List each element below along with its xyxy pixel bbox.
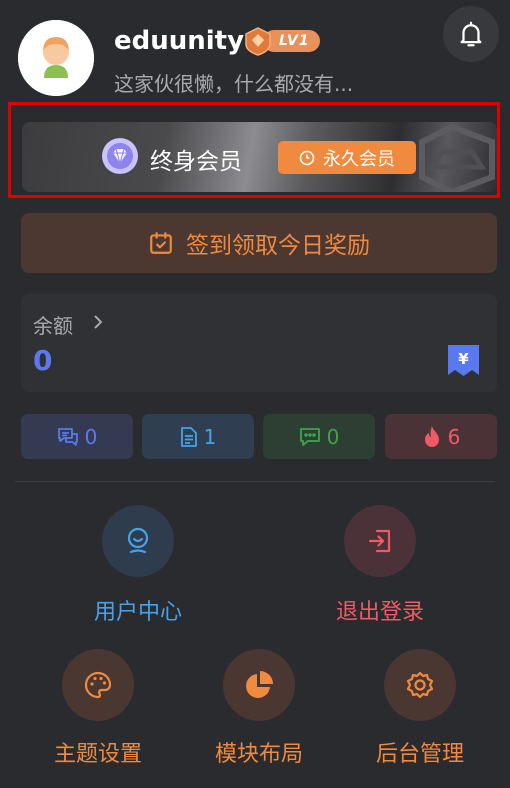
stat-popularity[interactable]: 6 — [385, 414, 497, 459]
stat-posts[interactable]: 1 — [142, 414, 254, 459]
level-badge: LV1 — [243, 27, 320, 56]
username: eduunity — [114, 26, 245, 56]
user-center-label[interactable]: 用户中心 — [58, 594, 218, 626]
logout-icon — [368, 529, 391, 553]
theme-settings-label[interactable]: 主题设置 — [18, 736, 178, 768]
admin-panel-label[interactable]: 后台管理 — [340, 736, 500, 768]
vip-tag-label: 永久会员 — [323, 148, 395, 170]
admin-panel-button[interactable] — [384, 649, 456, 721]
clock-icon — [299, 150, 315, 165]
balance-label: 余额 — [33, 314, 73, 338]
user-bio: 这家伙很懒，什么都没有... — [114, 72, 354, 96]
vip-tag: 永久会员 — [278, 141, 416, 174]
balance-value: 0 — [33, 344, 53, 377]
balance-card[interactable] — [21, 294, 497, 392]
checkin-button[interactable]: 签到领取今日奖励 — [21, 213, 497, 273]
document-icon — [180, 426, 197, 447]
vip-card-pattern — [419, 123, 495, 192]
stat-comments[interactable]: 0 — [21, 414, 133, 459]
logout-button[interactable] — [344, 505, 416, 577]
logout-label[interactable]: 退出登录 — [300, 594, 460, 626]
level-shield-icon — [245, 27, 271, 56]
divider — [15, 481, 495, 482]
avatar[interactable] — [18, 20, 94, 96]
diamond-icon — [102, 138, 138, 174]
palette-icon — [84, 671, 112, 699]
pie-chart-icon — [246, 671, 273, 698]
yuan-ticket-icon: ¥ — [446, 342, 481, 378]
stat-messages[interactable]: 0 — [263, 414, 375, 459]
user-icon — [127, 527, 149, 554]
stat-popularity-value: 6 — [447, 424, 461, 449]
stat-messages-value: 0 — [326, 424, 340, 449]
module-layout-label[interactable]: 模块布局 — [179, 736, 339, 768]
theme-settings-button[interactable] — [62, 649, 134, 721]
fire-icon — [424, 425, 439, 447]
user-center-button[interactable] — [102, 505, 174, 577]
chevron-right-icon — [92, 313, 104, 336]
gear-icon — [406, 671, 434, 699]
calendar-check-icon — [150, 232, 172, 254]
message-icon — [299, 427, 320, 446]
stat-posts-value: 1 — [203, 424, 217, 449]
checkin-label: 签到领取今日奖励 — [186, 233, 370, 259]
vip-title: 终身会员 — [150, 149, 242, 175]
notification-button[interactable] — [443, 6, 499, 62]
stat-comments-value: 0 — [84, 424, 98, 449]
bell-icon — [460, 21, 482, 47]
comments-icon — [57, 427, 78, 446]
module-layout-button[interactable] — [223, 649, 295, 721]
vip-card[interactable] — [22, 122, 497, 192]
svg-text:¥: ¥ — [458, 350, 469, 368]
